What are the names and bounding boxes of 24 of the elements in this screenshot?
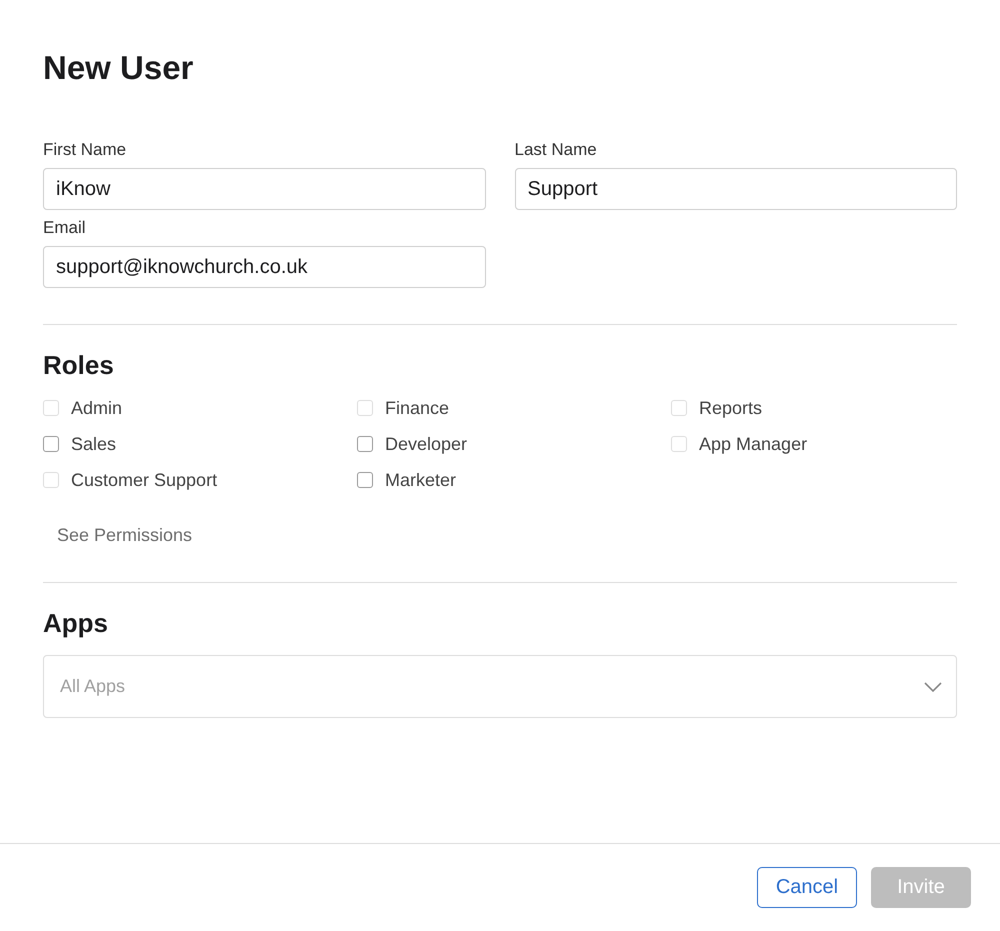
input-field[interactable]: Support (514, 168, 957, 210)
role-label: App Manager (699, 434, 808, 454)
field-label: Last Name (514, 140, 598, 160)
section-heading: Apps (43, 607, 109, 639)
role-label: Finance (385, 398, 450, 418)
checkbox[interactable] (357, 436, 373, 452)
apps-dropdown[interactable]: All Apps (43, 655, 957, 718)
input-field[interactable]: support@iknowchurch.co.uk (43, 246, 486, 288)
role-label: Admin (71, 398, 122, 418)
role-label: Customer Support (71, 470, 218, 490)
role-label: Marketer (385, 470, 456, 490)
input-field[interactable]: iKnow (43, 168, 486, 210)
role-label: Developer (385, 434, 468, 454)
role-label: Sales (71, 434, 116, 454)
cancel-button[interactable]: Cancel (757, 867, 857, 908)
section-heading: Roles (43, 349, 115, 381)
dialog-title: New User (43, 48, 194, 88)
checkbox[interactable] (357, 472, 373, 488)
role-label: Reports (699, 398, 762, 418)
see-permissions-link[interactable]: See Permissions (57, 525, 192, 546)
field-label: Email (43, 218, 87, 238)
checkbox[interactable] (43, 436, 59, 452)
field-label: First Name (43, 140, 128, 160)
chevron-down-icon (924, 682, 942, 692)
